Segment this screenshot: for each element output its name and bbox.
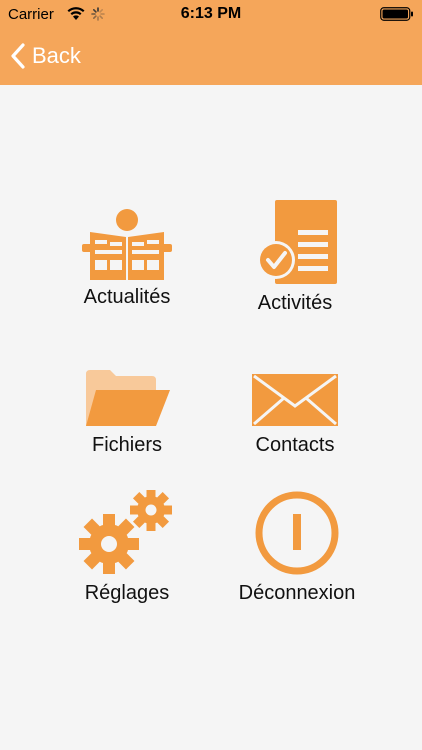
menu-item-label: Réglages xyxy=(84,582,170,604)
menu-item-label: Fichiers xyxy=(91,434,162,456)
document-check-icon xyxy=(257,200,337,284)
menu-item-label: Contacts xyxy=(255,434,335,456)
menu-item-deconnexion[interactable]: Déconnexion xyxy=(218,490,376,605)
power-icon xyxy=(255,491,339,575)
status-bar: Carrier 6:13 PM xyxy=(0,0,422,28)
menu-item-actualites[interactable]: Actualités xyxy=(52,200,202,309)
menu-item-fichiers[interactable]: Fichiers xyxy=(52,368,202,457)
status-time: 6:13 PM xyxy=(180,5,242,22)
menu-item-label: Déconnexion xyxy=(238,582,356,604)
folder-icon xyxy=(86,370,170,426)
navigation-header: Carrier 6:13 PM Back xyxy=(0,0,422,85)
back-label: Back xyxy=(32,43,81,68)
back-button[interactable]: Back xyxy=(10,40,81,72)
menu-item-contacts[interactable]: Contacts xyxy=(220,368,370,457)
gears-icon xyxy=(79,490,172,574)
envelope-icon xyxy=(252,374,338,426)
menu-item-reglages[interactable]: Réglages xyxy=(52,490,202,605)
battery-icon xyxy=(380,7,413,21)
chevron-left-icon xyxy=(11,43,25,69)
menu-item-activites[interactable]: Activités xyxy=(220,200,370,315)
menu-item-label: Actualités xyxy=(83,286,171,308)
menu-item-label: Activités xyxy=(257,292,333,314)
newspaper-reader-icon xyxy=(82,209,172,280)
